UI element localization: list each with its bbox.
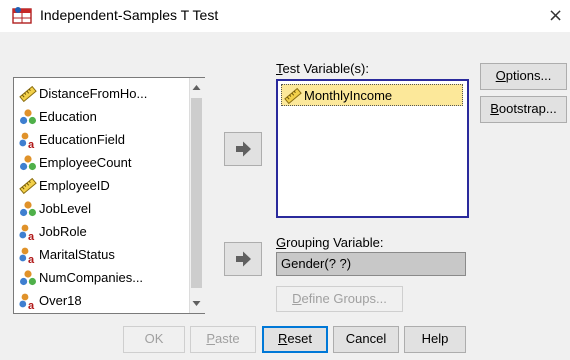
source-variable-label: EmployeeCount <box>39 155 132 170</box>
source-variable-label: Over18 <box>39 293 82 308</box>
scale-ruler-icon <box>19 85 37 103</box>
reset-button[interactable]: Reset <box>262 326 328 353</box>
scroll-down-arrow-icon[interactable] <box>189 296 204 311</box>
ordinal-bars-icon <box>20 109 36 125</box>
source-variable-label: NumCompanies... <box>39 270 144 285</box>
options-button[interactable]: Options... <box>480 63 567 90</box>
source-variable-item[interactable]: DistanceFromHo... <box>17 83 187 105</box>
ordinal-bars-icon <box>20 201 36 217</box>
help-button[interactable]: Help <box>404 326 466 353</box>
title-bar: Independent-Samples T Test × <box>0 0 570 32</box>
right-arrow-icon <box>236 141 251 157</box>
source-variable-item[interactable]: Education <box>17 106 187 128</box>
source-variable-item[interactable]: JobLevel <box>17 198 187 220</box>
test-variables-label: Test Variable(s): <box>276 61 369 76</box>
move-to-grouping-variable-button[interactable] <box>224 242 262 276</box>
nominal-string-icon: a <box>19 247 35 264</box>
test-variable-item[interactable]: MonthlyIncome <box>281 84 463 106</box>
grouping-variable-field[interactable]: Gender(? ?) <box>276 252 466 276</box>
source-variable-item[interactable]: EmployeeCount <box>17 152 187 174</box>
source-variable-item[interactable]: a EducationField <box>17 129 187 151</box>
cancel-button[interactable]: Cancel <box>333 326 399 353</box>
spss-app-icon <box>12 7 32 24</box>
scrollbar-thumb[interactable] <box>191 98 202 288</box>
svg-text:a: a <box>28 254 35 264</box>
nominal-string-icon: a <box>19 293 35 310</box>
svg-text:a: a <box>28 300 35 310</box>
svg-text:a: a <box>28 139 35 149</box>
source-variable-label: Education <box>39 109 97 124</box>
move-to-test-variables-button[interactable] <box>224 132 262 166</box>
define-groups-button: Define Groups... <box>276 286 403 312</box>
source-variable-label: EmployeeID <box>39 178 110 193</box>
source-variable-item[interactable]: a JobRole <box>17 221 187 243</box>
ok-button[interactable]: OK <box>123 326 185 353</box>
bootstrap-button[interactable]: Bootstrap... <box>480 96 567 123</box>
paste-button[interactable]: Paste <box>190 326 256 353</box>
source-variable-label: DistanceFromHo... <box>39 86 148 101</box>
ordinal-bars-icon <box>20 270 36 286</box>
scale-ruler-icon <box>284 87 302 105</box>
source-variable-label: JobLevel <box>39 201 92 216</box>
source-variable-item[interactable]: EmployeeID <box>17 175 187 197</box>
grouping-variable-label: Grouping Variable: <box>276 235 384 250</box>
test-variables-list[interactable]: MonthlyIncome <box>276 79 469 218</box>
right-arrow-icon <box>236 251 251 267</box>
scroll-up-arrow-icon[interactable] <box>189 80 204 95</box>
source-variable-list[interactable]: DistanceFromHo... Education a EducationFiel… <box>13 77 205 314</box>
nominal-string-icon: a <box>19 132 35 149</box>
test-variable-label: MonthlyIncome <box>304 88 393 103</box>
source-variable-item[interactable]: a Over18 <box>17 290 187 312</box>
close-icon[interactable]: × <box>548 5 563 26</box>
source-variable-item[interactable]: a MaritalStatus <box>17 244 187 266</box>
nominal-string-icon: a <box>19 224 35 241</box>
svg-text:a: a <box>28 231 35 241</box>
scale-ruler-icon <box>19 177 37 195</box>
source-variable-label: MaritalStatus <box>39 247 115 262</box>
dialog-title: Independent-Samples T Test <box>40 7 219 23</box>
source-variable-item[interactable]: NumCompanies... <box>17 267 187 289</box>
ordinal-bars-icon <box>20 155 36 171</box>
source-variable-label: EducationField <box>39 132 125 147</box>
source-variable-label: JobRole <box>39 224 87 239</box>
